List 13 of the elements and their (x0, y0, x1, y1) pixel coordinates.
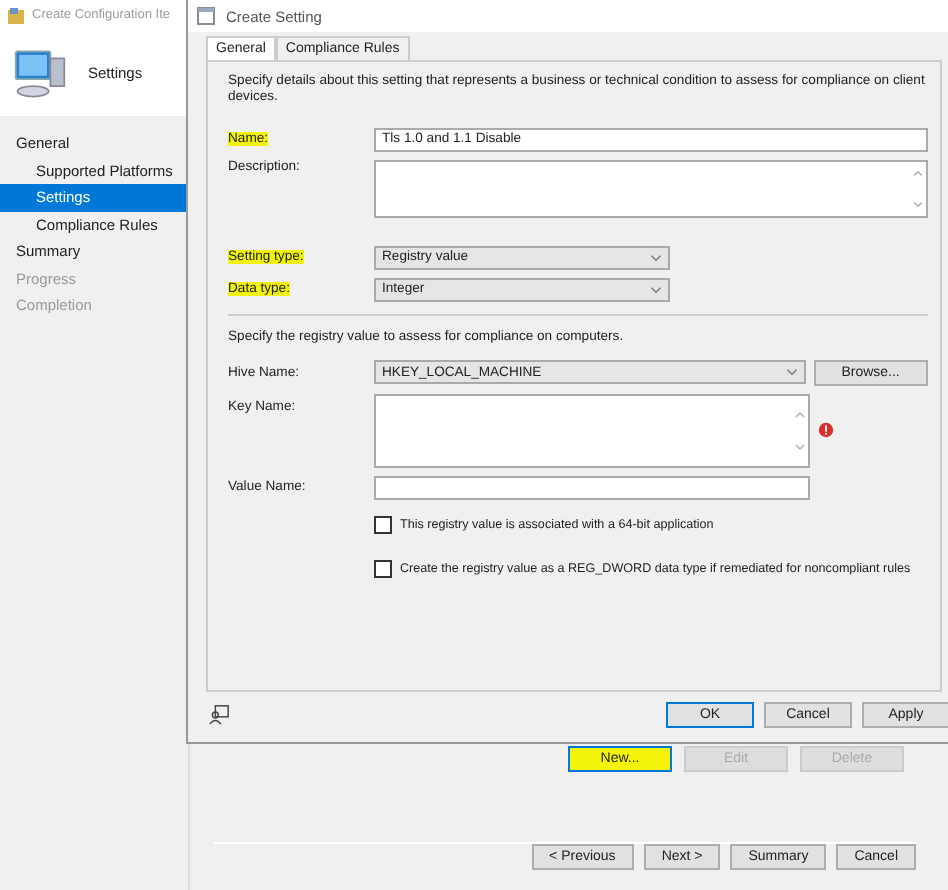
chevron-icon (650, 285, 662, 294)
checkbox[interactable] (374, 515, 392, 534)
app-icon (6, 5, 26, 25)
description-field[interactable] (374, 159, 928, 218)
computer-icon (12, 47, 68, 99)
window-icon (196, 6, 216, 26)
user-help-icon[interactable] (208, 704, 230, 726)
scroll-arrows-icon[interactable] (912, 165, 924, 212)
checkbox[interactable] (374, 559, 392, 578)
chevron-icon (650, 253, 662, 262)
key-name-field[interactable] (374, 393, 810, 468)
value-name-field[interactable] (374, 475, 810, 500)
chevron-icon (785, 368, 798, 377)
